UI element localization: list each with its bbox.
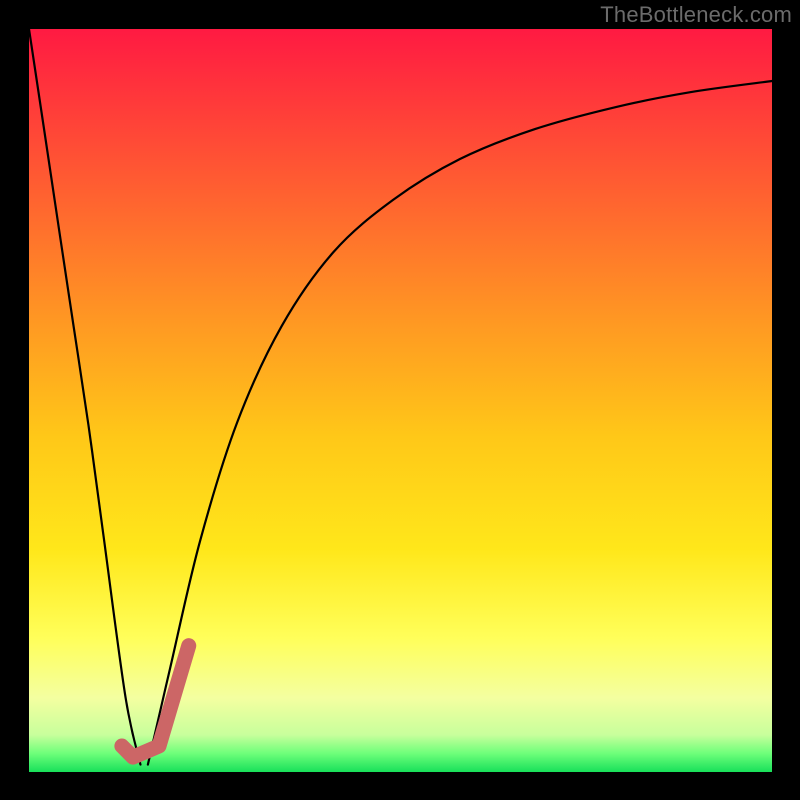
plot-background bbox=[29, 29, 772, 772]
watermark-label: TheBottleneck.com bbox=[600, 2, 792, 28]
chart-stage: TheBottleneck.com bbox=[0, 0, 800, 800]
bottleneck-chart bbox=[0, 0, 800, 800]
